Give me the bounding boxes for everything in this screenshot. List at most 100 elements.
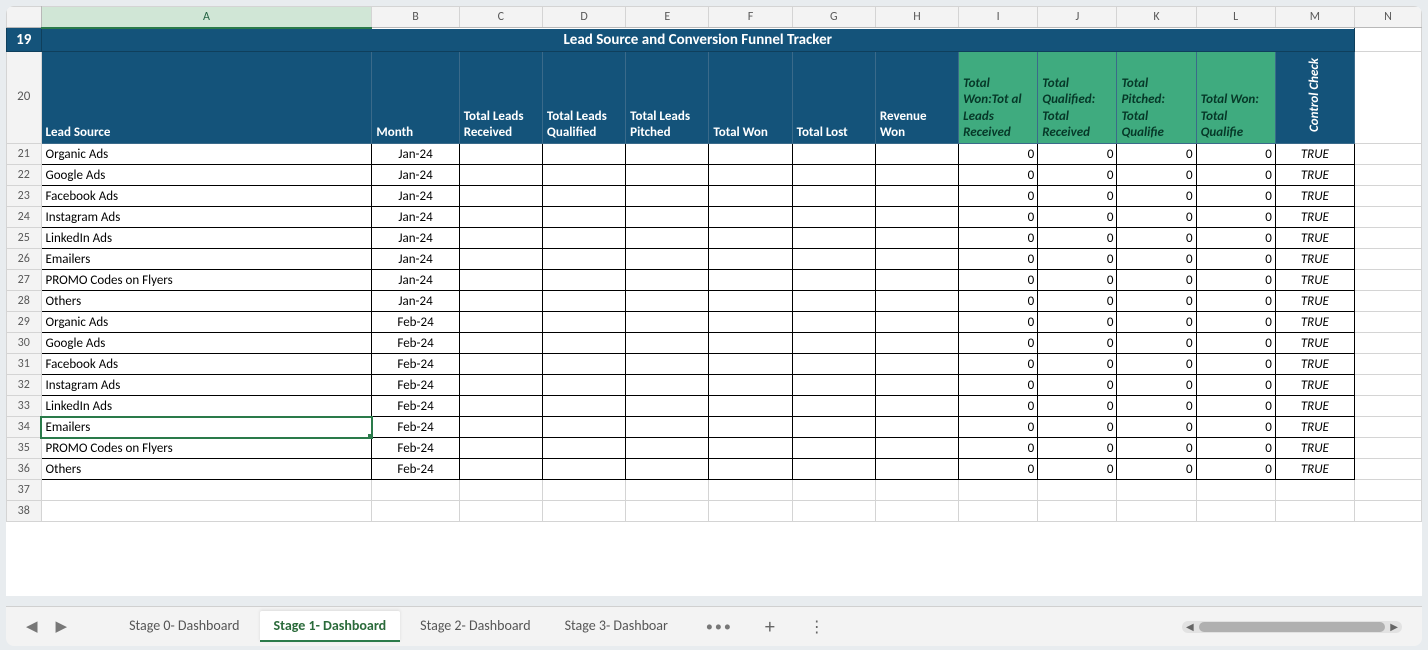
cell-lead-source[interactable]: LinkedIn Ads	[41, 396, 372, 417]
cell-empty[interactable]	[41, 501, 372, 522]
cell-total-lost[interactable]	[792, 228, 875, 249]
cell-ratio-i[interactable]: 0	[959, 438, 1038, 459]
cell-control-check[interactable]: TRUE	[1275, 417, 1354, 438]
cell-empty[interactable]	[1038, 501, 1117, 522]
cell-lead-source[interactable]: Emailers	[41, 417, 372, 438]
table-row[interactable]: 27PROMO Codes on FlyersJan-240000TRUE	[7, 270, 1422, 291]
cell-empty[interactable]	[875, 480, 958, 501]
cell-total-lost[interactable]	[792, 459, 875, 480]
cell-ratio-k[interactable]: 0	[1117, 375, 1196, 396]
cell-leads-qualified[interactable]	[542, 165, 625, 186]
cell-leads-pitched[interactable]	[626, 375, 709, 396]
cell-lead-source[interactable]: Instagram Ads	[41, 207, 372, 228]
cell-leads-qualified[interactable]	[542, 438, 625, 459]
cell-ratio-j[interactable]: 0	[1038, 417, 1117, 438]
cell-empty[interactable]	[709, 501, 792, 522]
hdr-lead-source[interactable]: Lead Source	[41, 52, 372, 144]
cell-empty[interactable]	[41, 480, 372, 501]
cell-lead-source[interactable]: LinkedIn Ads	[41, 228, 372, 249]
scroll-right-icon[interactable]: ▶	[1390, 620, 1398, 633]
cell-leads-qualified[interactable]	[542, 459, 625, 480]
cell-leads-qualified[interactable]	[542, 312, 625, 333]
cell-ratio-j[interactable]: 0	[1038, 249, 1117, 270]
table-row[interactable]: 30Google AdsFeb-240000TRUE	[7, 333, 1422, 354]
row-header-36[interactable]: 36	[7, 459, 42, 480]
row-header-27[interactable]: 27	[7, 270, 42, 291]
cell-ratio-i[interactable]: 0	[959, 144, 1038, 165]
table-row[interactable]: 32Instagram AdsFeb-240000TRUE	[7, 375, 1422, 396]
cell-total-lost[interactable]	[792, 144, 875, 165]
cell-empty[interactable]	[1038, 480, 1117, 501]
cell-ratio-i[interactable]: 0	[959, 354, 1038, 375]
table-row[interactable]: 35PROMO Codes on FlyersFeb-240000TRUE	[7, 438, 1422, 459]
cell-revenue-won[interactable]	[875, 396, 958, 417]
cell-ratio-i[interactable]: 0	[959, 333, 1038, 354]
hdr-ratio-won-qualified[interactable]: Total Won: Total Qualifie	[1196, 52, 1275, 144]
cell-month[interactable]: Feb-24	[372, 312, 459, 333]
cell-empty[interactable]	[959, 501, 1038, 522]
cell-ratio-j[interactable]: 0	[1038, 396, 1117, 417]
cell-ratio-i[interactable]: 0	[959, 270, 1038, 291]
cell-ratio-l[interactable]: 0	[1196, 333, 1275, 354]
cell-control-check[interactable]: TRUE	[1275, 438, 1354, 459]
cell-N21[interactable]	[1354, 144, 1421, 165]
spreadsheet-grid[interactable]: A B C D E F G H I J K L M N 19 Lead Sour…	[6, 6, 1422, 596]
cell-total-won[interactable]	[709, 312, 792, 333]
cell-month[interactable]: Feb-24	[372, 375, 459, 396]
table-row[interactable]: 23Facebook AdsJan-240000TRUE	[7, 186, 1422, 207]
cell-total-lost[interactable]	[792, 291, 875, 312]
cell-lead-source[interactable]: Emailers	[41, 249, 372, 270]
cell-leads-received[interactable]	[459, 228, 542, 249]
cell-control-check[interactable]: TRUE	[1275, 354, 1354, 375]
cell-N20[interactable]	[1354, 52, 1421, 144]
cell-ratio-k[interactable]: 0	[1117, 396, 1196, 417]
cell-month[interactable]: Jan-24	[372, 270, 459, 291]
table-row[interactable]: 22Google AdsJan-240000TRUE	[7, 165, 1422, 186]
table-row[interactable]: 28OthersJan-240000TRUE	[7, 291, 1422, 312]
cell-leads-pitched[interactable]	[626, 228, 709, 249]
cell-total-won[interactable]	[709, 249, 792, 270]
cell-month[interactable]: Feb-24	[372, 396, 459, 417]
cell-lead-source[interactable]: Organic Ads	[41, 312, 372, 333]
cell-leads-received[interactable]	[459, 396, 542, 417]
scrollbar-thumb[interactable]	[1199, 622, 1386, 632]
cell-empty[interactable]	[1196, 480, 1275, 501]
cell-total-lost[interactable]	[792, 375, 875, 396]
hdr-ratio-won-received[interactable]: Total Won:Tot al Leads Received	[959, 52, 1038, 144]
cell-leads-pitched[interactable]	[626, 417, 709, 438]
cell-leads-received[interactable]	[459, 291, 542, 312]
cell-ratio-i[interactable]: 0	[959, 417, 1038, 438]
cell-total-won[interactable]	[709, 144, 792, 165]
cell-leads-pitched[interactable]	[626, 144, 709, 165]
cell-control-check[interactable]: TRUE	[1275, 396, 1354, 417]
cell-lead-source[interactable]: Facebook Ads	[41, 354, 372, 375]
cell-ratio-j[interactable]: 0	[1038, 207, 1117, 228]
cell-ratio-l[interactable]: 0	[1196, 291, 1275, 312]
cell-ratio-j[interactable]: 0	[1038, 228, 1117, 249]
hdr-total-lost[interactable]: Total Lost	[792, 52, 875, 144]
cell-ratio-j[interactable]: 0	[1038, 333, 1117, 354]
cell-leads-pitched[interactable]	[626, 312, 709, 333]
cell-total-lost[interactable]	[792, 333, 875, 354]
row-header-37[interactable]: 37	[7, 480, 42, 501]
cell-ratio-i[interactable]: 0	[959, 375, 1038, 396]
table-row[interactable]: 36OthersFeb-240000TRUE	[7, 459, 1422, 480]
table-row[interactable]: 34EmailersFeb-240000TRUE	[7, 417, 1422, 438]
cell-ratio-i[interactable]: 0	[959, 459, 1038, 480]
cell-ratio-j[interactable]: 0	[1038, 312, 1117, 333]
row-header-25[interactable]: 25	[7, 228, 42, 249]
cell-N27[interactable]	[1354, 270, 1421, 291]
cell-ratio-l[interactable]: 0	[1196, 375, 1275, 396]
row-header-30[interactable]: 30	[7, 333, 42, 354]
cell-ratio-k[interactable]: 0	[1117, 333, 1196, 354]
cell-ratio-k[interactable]: 0	[1117, 228, 1196, 249]
cell-leads-pitched[interactable]	[626, 186, 709, 207]
cell-total-won[interactable]	[709, 270, 792, 291]
cell-ratio-l[interactable]: 0	[1196, 438, 1275, 459]
cell-leads-qualified[interactable]	[542, 333, 625, 354]
cell-leads-pitched[interactable]	[626, 270, 709, 291]
cell-ratio-k[interactable]: 0	[1117, 354, 1196, 375]
cell-ratio-k[interactable]: 0	[1117, 312, 1196, 333]
cell-total-lost[interactable]	[792, 186, 875, 207]
cell-leads-pitched[interactable]	[626, 165, 709, 186]
